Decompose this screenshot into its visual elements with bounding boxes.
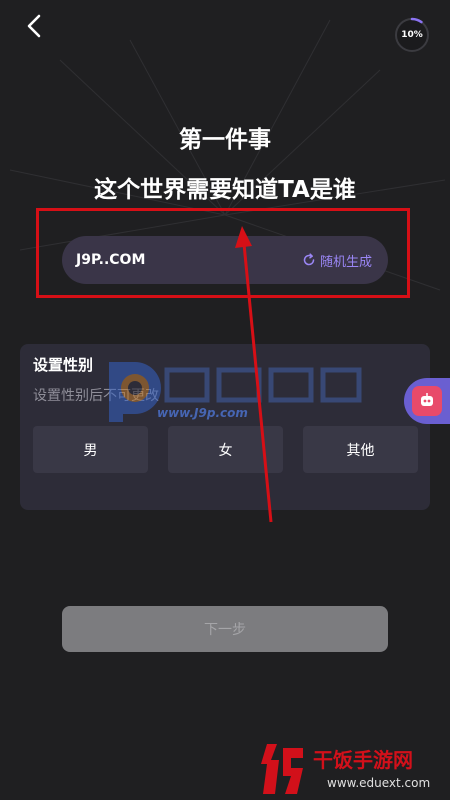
rice-bowl-logo-icon [261,744,303,794]
page-title: 第一件事 [179,127,271,153]
next-step-button[interactable]: 下一步 [62,606,388,652]
back-button[interactable] [20,12,48,40]
annotation-highlight-box [36,208,410,298]
watermark-text-graphic [164,367,362,403]
watermark-site-name: 干饭手游网 [313,748,413,772]
page-subtitle: 这个世界需要知道TA是谁 [94,177,356,203]
side-float-button[interactable] [404,378,450,424]
watermark-logo-icon [109,362,161,422]
watermark-url: www.J9p.com [157,406,248,420]
watermark-site-domain: www.eduext.com [327,776,431,790]
progress-label: 10% [401,30,423,40]
progress-indicator: 10% [394,17,430,53]
watermark-site: 干饭手游网 www.eduext.com [255,738,450,800]
gender-title: 设置性别 [33,356,94,374]
watermark-center: www.J9p.com [95,352,375,442]
robot-badge-icon [412,386,442,416]
chevron-left-icon [27,14,41,38]
